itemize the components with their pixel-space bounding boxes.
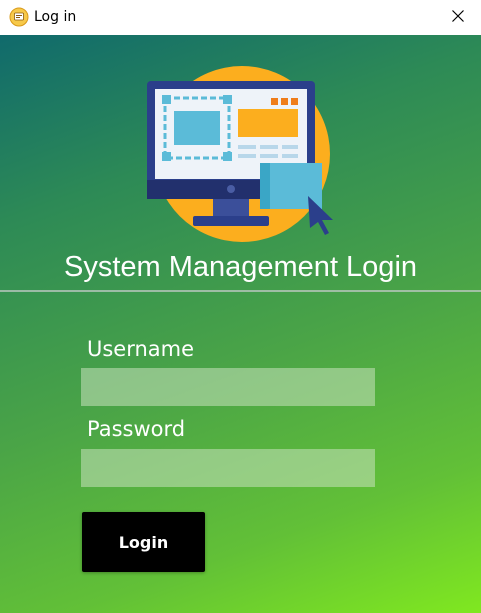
login-window: Log in System Management Login Username … [0, 0, 481, 613]
header-divider [0, 290, 481, 292]
title-bar: Log in [0, 0, 481, 35]
close-icon [452, 9, 464, 27]
password-input[interactable] [81, 449, 375, 487]
login-panel: System Management Login Username Passwor… [0, 35, 481, 613]
login-button[interactable]: Login [82, 512, 205, 572]
close-button[interactable] [435, 0, 481, 35]
password-label: Password [87, 417, 186, 441]
computer-monitor-icon [140, 63, 340, 248]
username-input[interactable] [81, 368, 375, 406]
username-label: Username [87, 337, 195, 361]
lock-icon [9, 7, 29, 27]
window-title: Log in [34, 9, 77, 25]
login-heading: System Management Login [63, 251, 418, 283]
